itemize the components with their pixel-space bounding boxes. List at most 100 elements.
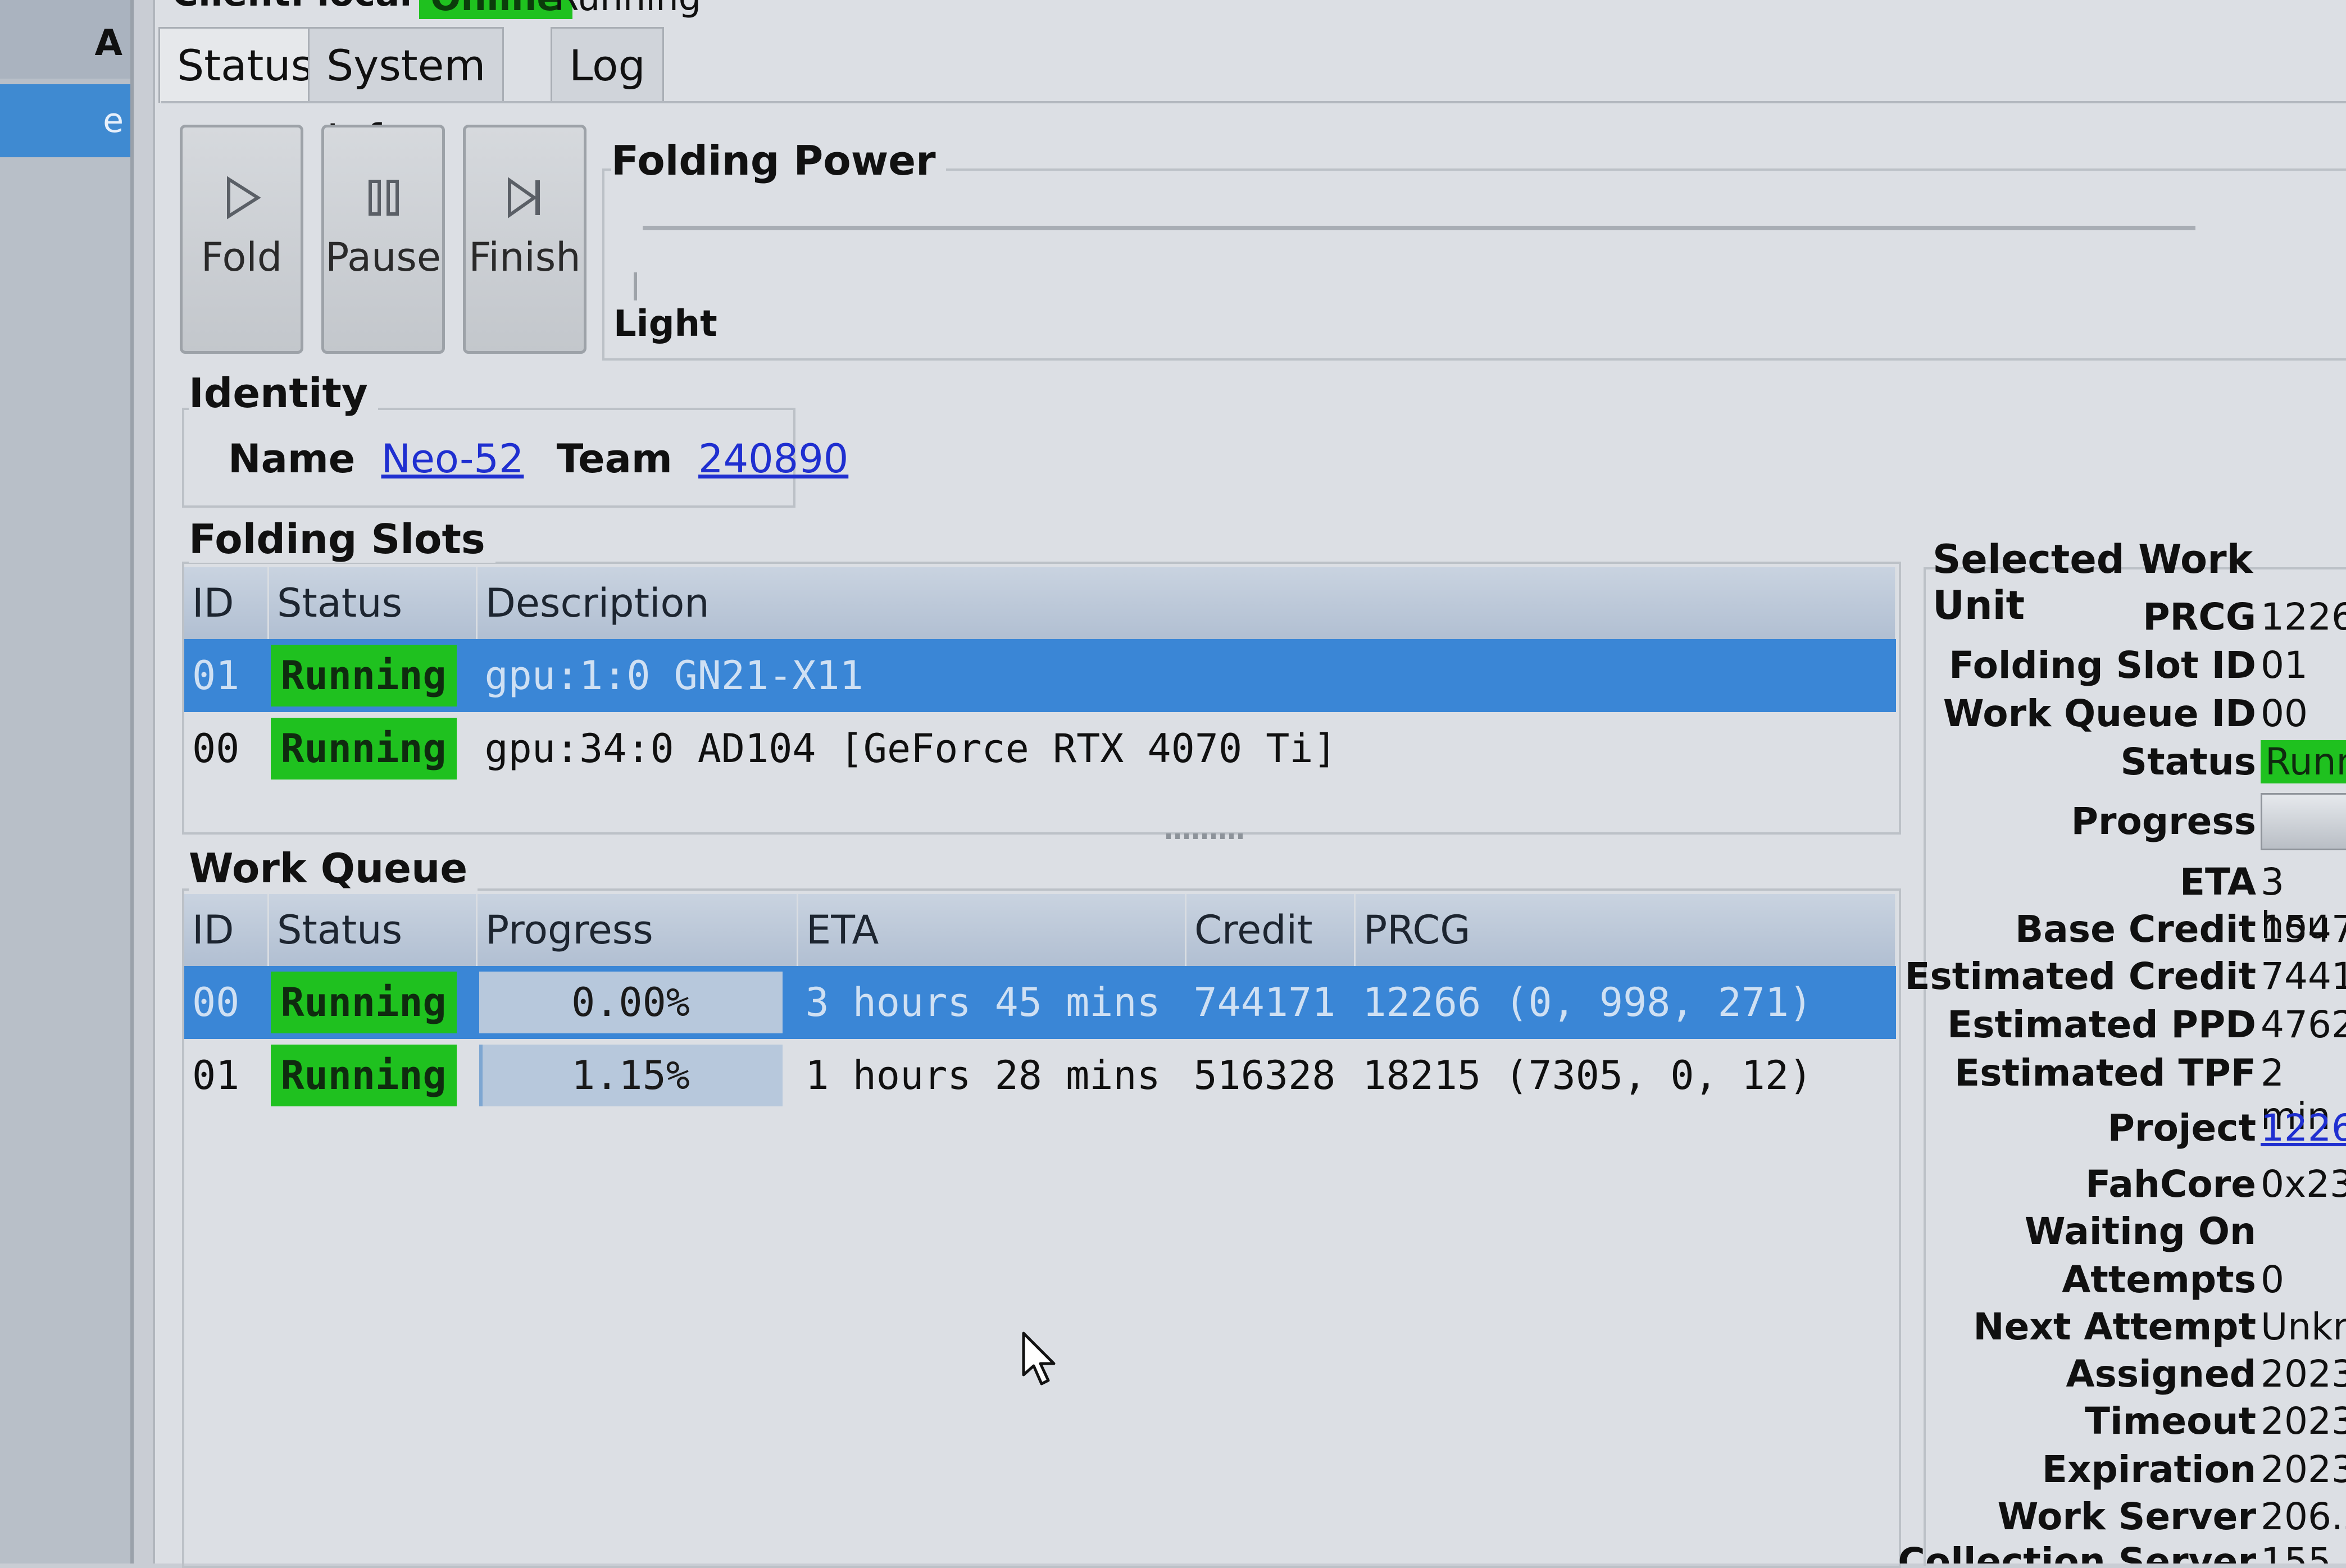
sidebar-header: A [0, 0, 130, 79]
wu-work-server-value: 206.2 [2261, 1495, 2346, 1538]
column-header[interactable]: ID [184, 567, 269, 639]
wu-est-credit-label: Estimated Credit [1904, 955, 2256, 998]
sidebar-item-selected[interactable]: e [0, 84, 130, 157]
wu-project-link[interactable]: 1226 [2261, 1106, 2346, 1150]
client-label: Client: local [172, 0, 412, 15]
team-link[interactable]: 240890 [698, 436, 848, 482]
work-unit-details: PRCG 1226 Folding Slot ID 01 Work Queue ID… [1897, 595, 2346, 1564]
queue-status-cell: Running [269, 1039, 477, 1112]
queue-id: 01 [192, 1052, 240, 1098]
wu-timeout-label: Timeout [2084, 1400, 2256, 1443]
column-header[interactable]: ID [184, 894, 269, 966]
tab-divider [161, 101, 2346, 103]
tab-system-info[interactable]: System Info [308, 27, 504, 165]
status-badge: Running [270, 1045, 457, 1106]
slot-status-cell: Running [268, 639, 477, 712]
column-header[interactable]: PRCG [1354, 894, 1897, 966]
folding-slots-table: ID Status Description 01 Running gpu:1:0… [184, 567, 1897, 785]
wu-assigned-label: Assigned [2066, 1352, 2256, 1396]
wu-waiting-label: Waiting On [2024, 1210, 2256, 1253]
folding-power-slider[interactable] [643, 226, 2195, 230]
pause-button[interactable]: Pause [321, 125, 445, 354]
wu-status-badge: Runn [2261, 740, 2346, 783]
fold-button[interactable]: Fold [180, 125, 303, 354]
wu-slot-value: 01 [2261, 644, 2308, 687]
status-badge: Running [270, 972, 457, 1033]
column-header[interactable]: Status [268, 894, 478, 966]
wu-base-credit-label: Base Credit [2015, 908, 2256, 951]
mouse-cursor-icon [1020, 1331, 1060, 1389]
wu-est-credit-value: 7441 [2261, 955, 2346, 998]
queue-status-cell: Running [268, 966, 477, 1039]
pause-icon [324, 172, 442, 234]
table-header: ID Status Description [184, 567, 1897, 639]
wu-expiration-label: Expiration [2042, 1448, 2256, 1491]
panel-splitter[interactable] [1166, 833, 1245, 839]
name-link[interactable]: Neo-52 [381, 436, 524, 482]
table-row[interactable]: 01 Running gpu:1:0 GN21-X11 [184, 639, 1896, 712]
status-window: Client: local Online Running Status Syst… [153, 0, 2346, 1568]
wu-slot-label: Folding Slot ID [1949, 644, 2256, 687]
finish-button[interactable]: Finish [463, 125, 586, 354]
wu-expiration-value: 2023 [2261, 1448, 2346, 1491]
wu-progress-row: Progress [1897, 793, 2346, 855]
wu-eta-label: ETA [2179, 860, 2256, 904]
wu-next-attempt-label: Next Attempt [1973, 1305, 2256, 1348]
tab-status[interactable]: Status [158, 27, 332, 103]
folding-power-level-label: Light [613, 303, 717, 345]
progress-text: 0.00% [571, 979, 690, 1025]
wu-next-attempt-value: Unkn [2261, 1305, 2346, 1348]
wu-queue-value: 00 [2261, 692, 2308, 735]
name-label: Name [228, 436, 356, 482]
sidebar-header-label: A [94, 22, 122, 64]
wu-est-tpf-label: Estimated TPF [1954, 1051, 2256, 1095]
column-header[interactable]: Progress [476, 894, 798, 966]
wu-timeout-value: 2023 [2261, 1400, 2346, 1443]
client-state: Running [554, 0, 701, 19]
online-badge: Online [419, 0, 572, 19]
wu-collection-server-label: Collection Server [1898, 1540, 2256, 1564]
tab-log[interactable]: Log [551, 27, 664, 103]
queue-credit: 516328 [1193, 1052, 1336, 1098]
progress-text: 1.15% [571, 1052, 690, 1098]
slot-description: gpu:1:0 GN21-X11 [476, 639, 1896, 712]
wu-assigned-value: 2023 [2261, 1352, 2346, 1396]
client-titlebar: Client: local Online Running [155, 0, 2346, 28]
queue-prcg: 18215 (7305, 0, 12) [1362, 1052, 1813, 1098]
folding-power-tick [634, 272, 637, 300]
table-header: ID Status Progress ETA Credit PRCG [184, 894, 1897, 966]
queue-progress-cell: 0.00% [476, 966, 798, 1039]
wu-est-ppd-value: 4762 [2261, 1003, 2346, 1046]
column-header[interactable]: Credit [1185, 894, 1356, 966]
wu-prcg-label: PRCG [2143, 595, 2256, 639]
queue-credit: 744171 [1185, 966, 1355, 1039]
wu-status-label: Status [2120, 740, 2256, 783]
column-header[interactable]: Description [476, 567, 1897, 639]
queue-eta: 3 hours 45 mins [797, 966, 1186, 1039]
progress-bar: 1.15% [479, 1045, 783, 1106]
client-sidebar: A e [0, 0, 134, 1564]
wu-est-ppd-label: Estimated PPD [1947, 1003, 2256, 1046]
column-header[interactable]: Status [268, 567, 478, 639]
wu-prcg-value: 1226 [2261, 595, 2346, 639]
sidebar-item-label: e [103, 101, 124, 140]
wu-fahcore-label: FahCore [2085, 1163, 2256, 1206]
folding-slots-title: Folding Slots [189, 516, 495, 563]
wu-progress-bar [2261, 793, 2346, 850]
slot-id: 00 [192, 726, 240, 772]
queue-prcg: 12266 (0, 998, 271) [1354, 966, 1896, 1039]
wu-attempts-value: 0 [2261, 1258, 2284, 1301]
status-badge: Running [270, 645, 457, 706]
work-queue-title: Work Queue [189, 845, 478, 892]
column-header[interactable]: ETA [797, 894, 1186, 966]
wu-base-credit-value: 1547 [2261, 908, 2346, 951]
slot-status-cell: Running [269, 712, 477, 785]
folding-power-frame [602, 168, 2346, 361]
progress-bar: 0.00% [479, 972, 783, 1033]
finish-icon [466, 172, 584, 234]
identity-title: Identity [189, 370, 378, 417]
table-row[interactable]: 00 Running gpu:34:0 AD104 [GeForce RTX 4… [184, 712, 1896, 785]
table-row[interactable]: 01 Running 1.15% 1 hours 28 mins 516328 … [184, 1039, 1896, 1112]
table-row[interactable]: 00 Running 0.00% 3 hours 45 mins 744171 … [184, 966, 1896, 1039]
wu-attempts-label: Attempts [2062, 1258, 2256, 1301]
